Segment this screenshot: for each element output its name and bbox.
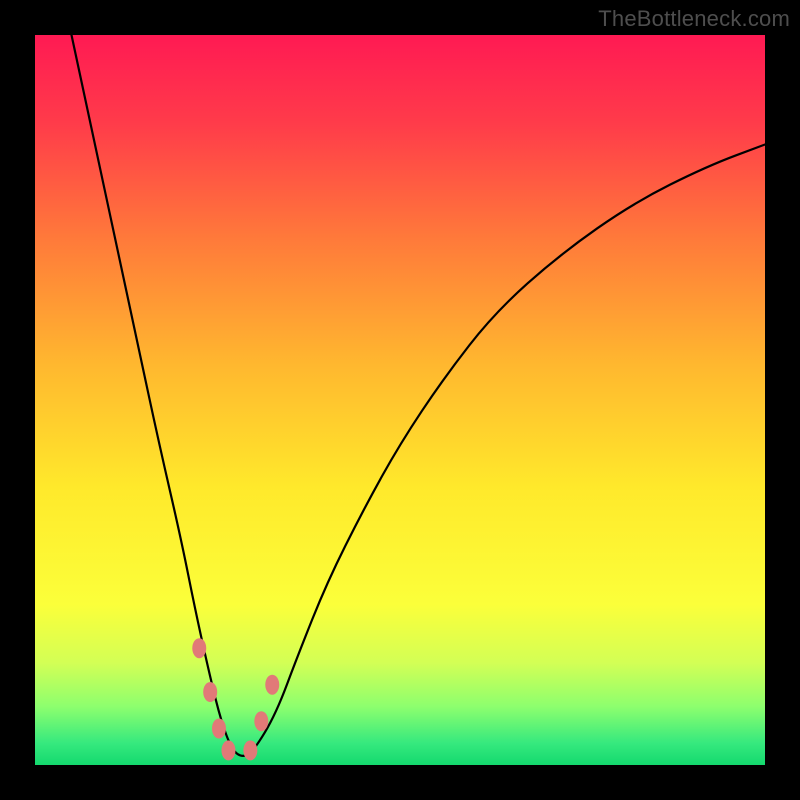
pt-left-high xyxy=(192,638,206,658)
pt-valley-r xyxy=(243,740,257,760)
pt-right-low xyxy=(254,711,268,731)
gradient-rect xyxy=(35,35,765,765)
pt-valley-l xyxy=(221,740,235,760)
watermark-text: TheBottleneck.com xyxy=(598,6,790,32)
plot-frame xyxy=(35,35,765,765)
pt-left-mid xyxy=(203,682,217,702)
pt-right-high xyxy=(265,675,279,695)
pt-left-low xyxy=(212,719,226,739)
bottleneck-plot xyxy=(35,35,765,765)
